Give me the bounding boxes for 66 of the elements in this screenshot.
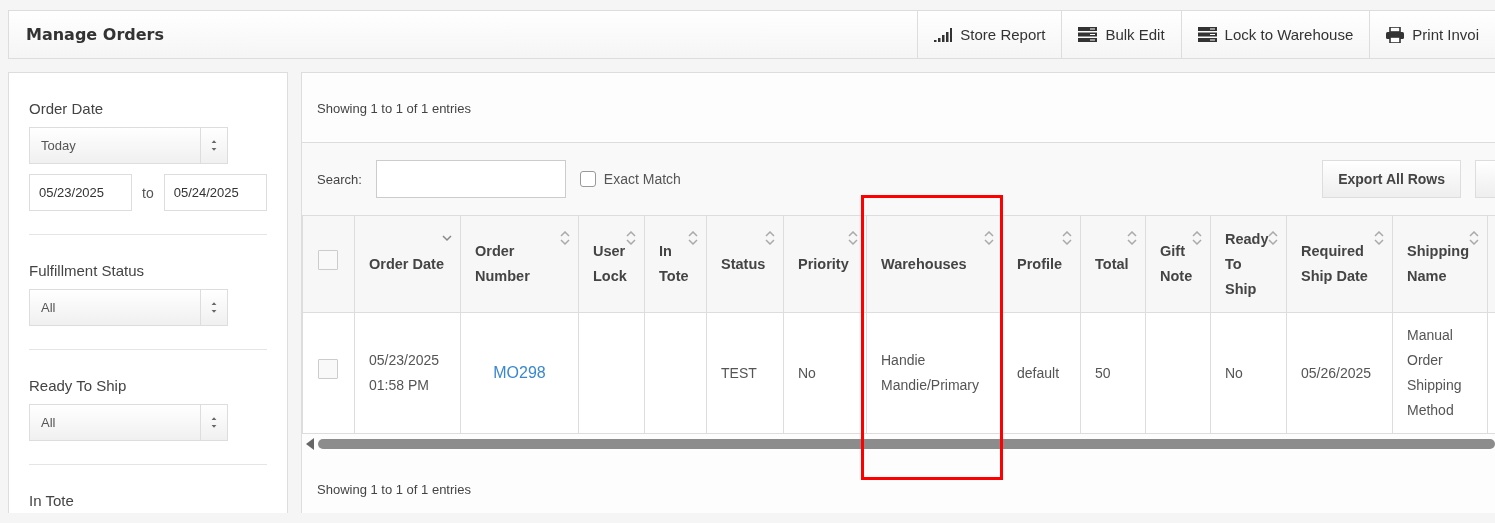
sort-icon[interactable] <box>560 231 570 245</box>
entries-info: Showing 1 to 1 of 1 entries <box>317 482 471 497</box>
filter-label: Order Date <box>29 100 105 117</box>
table-cell: No <box>798 364 816 381</box>
sort-icon[interactable] <box>1374 231 1384 245</box>
range-separator: to <box>142 184 154 201</box>
sort-icon[interactable] <box>848 231 858 245</box>
table-cell: Manual Order Shipping Method <box>1407 327 1462 418</box>
printer-icon <box>1386 26 1405 43</box>
select-all-checkbox[interactable] <box>318 250 338 270</box>
column-header[interactable]: Ready To Ship <box>1210 215 1287 313</box>
column-header[interactable]: Order Date <box>354 215 461 313</box>
column-header[interactable]: Gift Note <box>1145 215 1211 313</box>
row-checkbox[interactable] <box>318 359 338 379</box>
list-icon <box>1078 27 1098 42</box>
table-cell: TEST <box>721 364 757 381</box>
sort-icon[interactable] <box>1062 231 1072 245</box>
toolbar-button[interactable]: Bulk Edit <box>1061 11 1181 58</box>
sort-icon[interactable] <box>626 231 636 245</box>
column-header[interactable]: Profile <box>1002 215 1081 313</box>
filter-label: Ready To Ship <box>29 377 128 394</box>
toolbar-button[interactable]: Lock to Warehouse <box>1180 11 1370 58</box>
select-field[interactable]: All <box>29 404 228 441</box>
scroll-left-icon[interactable] <box>306 438 314 450</box>
select-field[interactable]: All <box>29 289 228 326</box>
sort-icon[interactable] <box>1127 231 1137 245</box>
sort-icon[interactable] <box>1469 231 1479 245</box>
select-field[interactable]: Today <box>29 127 228 164</box>
exact-match-label: Exact Match <box>603 171 681 187</box>
table-cell: default <box>1017 364 1060 381</box>
search-label: Search: <box>317 171 362 187</box>
sort-icon[interactable] <box>1268 231 1278 245</box>
table-cell: 05/26/2025 <box>1301 364 1372 381</box>
column-header[interactable]: In Tote <box>644 215 707 313</box>
table-cell: No <box>1225 364 1243 381</box>
sort-icon[interactable] <box>1192 231 1202 245</box>
order-link[interactable]: MO298 <box>493 364 546 381</box>
entries-info: Showing 1 to 1 of 1 entries <box>317 101 471 116</box>
column-header[interactable]: Required Ship Date <box>1286 215 1393 313</box>
table-cell: Handie Mandie/Primary <box>881 352 980 393</box>
toolbar-button[interactable]: Store Report <box>917 11 1062 58</box>
date-field[interactable]: 05/24/2025 <box>163 174 267 211</box>
column-header[interactable]: Order Number <box>460 215 579 313</box>
column-header[interactable]: Total <box>1080 215 1146 313</box>
column-header[interactable]: Priority <box>783 215 867 313</box>
list-icon <box>1197 27 1217 42</box>
column-header[interactable]: Shipping Name <box>1392 215 1488 313</box>
scrollbar-thumb[interactable] <box>318 439 1495 449</box>
exact-match-checkbox[interactable] <box>579 171 596 187</box>
page-title: Manage Orders <box>25 24 165 46</box>
table-cell: 05/23/2025 01:58 PM <box>369 352 440 393</box>
signal-bars-icon <box>934 27 953 42</box>
filter-label: Fulfillment Status <box>29 262 146 279</box>
column-header[interactable]: User Lock <box>578 215 645 313</box>
sort-icon[interactable] <box>984 231 994 245</box>
sort-icon[interactable] <box>765 231 775 245</box>
column-header[interactable]: Status <box>706 215 784 313</box>
date-field[interactable]: 05/23/2025 <box>29 174 132 211</box>
sort-icon[interactable] <box>688 231 698 245</box>
search-field[interactable] <box>375 160 566 198</box>
toolbar-button[interactable] <box>1475 160 1495 198</box>
export-button[interactable]: Export All Rows <box>1322 160 1461 198</box>
column-header[interactable]: Warehouses <box>866 215 1003 313</box>
toolbar-button[interactable]: Print Invoi <box>1369 11 1495 58</box>
filter-label: In Tote <box>29 492 75 509</box>
table-cell: 50 <box>1095 364 1111 381</box>
